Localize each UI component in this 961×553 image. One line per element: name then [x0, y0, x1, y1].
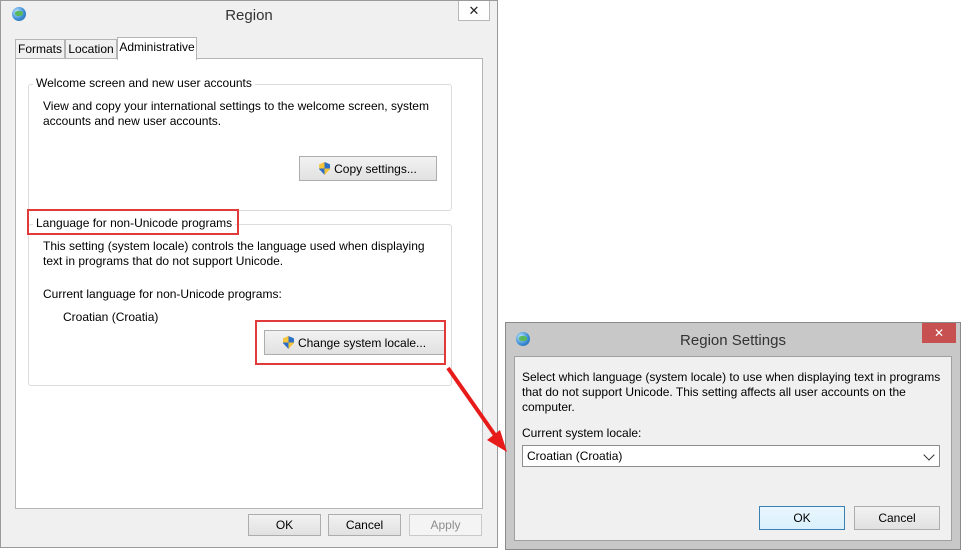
button-highlight-box	[255, 320, 446, 365]
copy-settings-button[interactable]: Copy settings...	[299, 156, 437, 181]
region-title: Region	[225, 7, 273, 24]
tab-formats[interactable]: Formats	[15, 39, 65, 59]
chevron-down-icon	[923, 449, 935, 461]
welcome-group-legend: Welcome screen and new user accounts	[33, 76, 255, 90]
region-settings-description: Select which language (system locale) to…	[522, 370, 941, 414]
system-locale-value: Croatian (Croatia)	[527, 449, 623, 463]
current-language-label: Current language for non-Unicode program…	[43, 287, 282, 301]
close-icon[interactable]: ✕	[922, 323, 956, 343]
tab-administrative-label: Administrative	[119, 40, 195, 54]
system-locale-select[interactable]: Croatian (Croatia)	[522, 445, 940, 467]
region-settings-ok-button[interactable]: OK	[759, 506, 845, 530]
region-apply-label: Apply	[430, 518, 461, 532]
tab-location[interactable]: Location	[65, 39, 117, 59]
welcome-group-description: View and copy your international setting…	[43, 99, 429, 128]
non-unicode-description: This setting (system locale) controls th…	[43, 239, 425, 268]
close-icon[interactable]: ✕	[458, 1, 490, 21]
region-cancel-button[interactable]: Cancel	[328, 514, 401, 536]
tab-administrative[interactable]: Administrative	[117, 37, 197, 60]
close-glyph: ✕	[933, 326, 945, 340]
legend-highlight-box	[27, 209, 239, 235]
uac-shield-icon	[319, 162, 331, 175]
tab-location-label: Location	[68, 42, 114, 56]
copy-settings-label: Copy settings...	[334, 161, 417, 176]
region-apply-button[interactable]: Apply	[409, 514, 482, 536]
region-cancel-label: Cancel	[345, 518, 384, 532]
close-glyph: ✕	[468, 2, 480, 18]
region-settings-cancel-button[interactable]: Cancel	[854, 506, 940, 530]
system-locale-label: Current system locale:	[522, 426, 642, 440]
region-ok-button[interactable]: OK	[248, 514, 321, 536]
region-titlebar: Region ✕	[1, 1, 497, 31]
region-settings-ok-label: OK	[793, 511, 811, 525]
region-ok-label: OK	[275, 518, 294, 532]
region-settings-cancel-label: Cancel	[878, 511, 916, 525]
region-settings-title: Region Settings	[680, 332, 786, 349]
region-settings-dialog: Region Settings ✕ Select which language …	[505, 322, 961, 550]
region-settings-body: Select which language (system locale) to…	[514, 356, 952, 541]
administrative-panel: Welcome screen and new user accounts Vie…	[15, 58, 483, 509]
region-window: Region ✕ Formats Location Administrative…	[0, 0, 498, 548]
current-language-value: Croatian (Croatia)	[63, 310, 159, 324]
tab-formats-label: Formats	[17, 42, 62, 56]
